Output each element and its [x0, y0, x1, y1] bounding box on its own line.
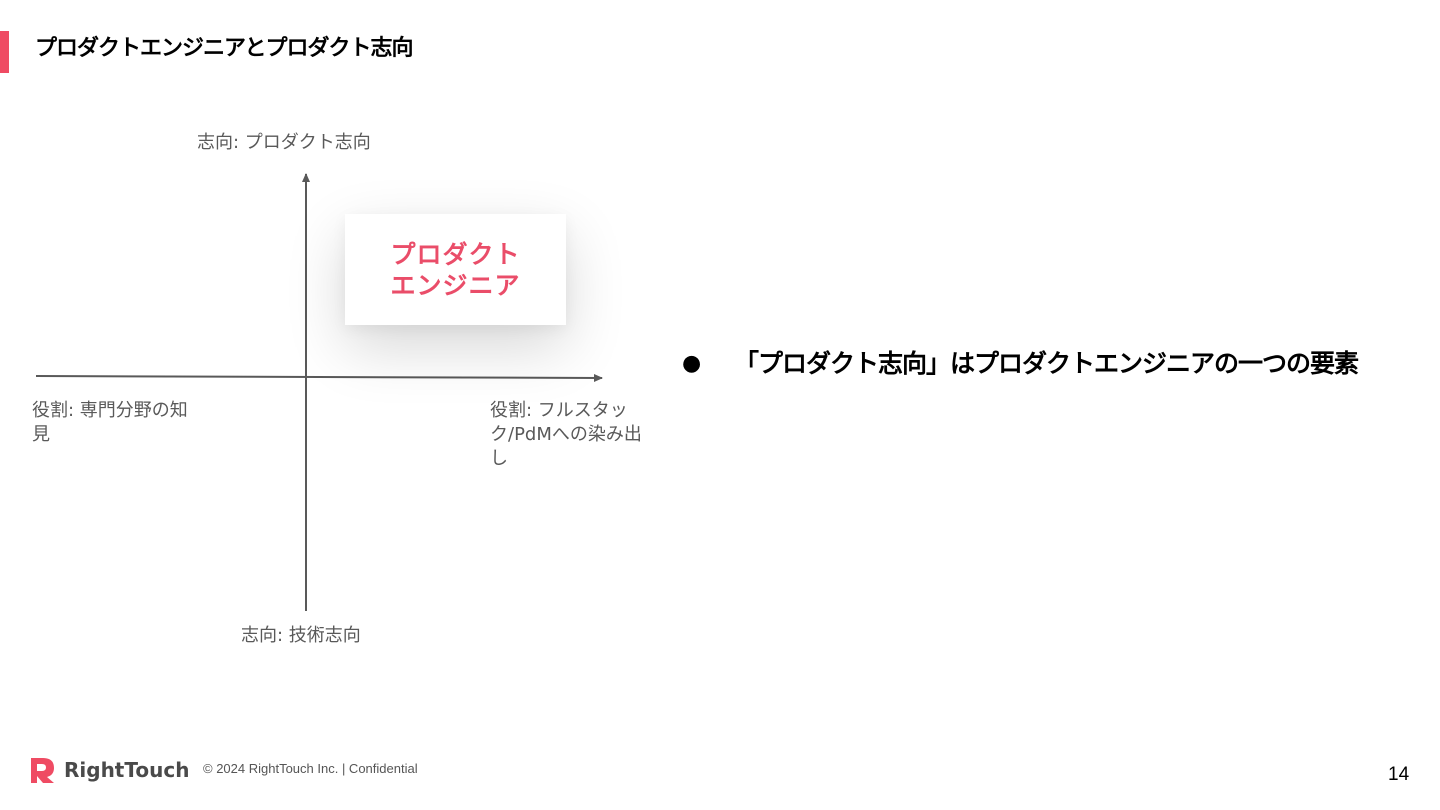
bullet-item: ● 「プロダクト志向」はプロダクトエンジニアの一つの要素: [682, 347, 1362, 381]
bullet-text: 「プロダクト志向」はプロダクトエンジニアの一つの要素: [734, 349, 1359, 378]
axis-label-right: 役割: フルスタック/PdMへの染み出し: [490, 400, 642, 469]
quadrant-axes: [35, 173, 603, 611]
bullet-marker: ●: [682, 351, 702, 376]
righttouch-logo-icon: [31, 758, 54, 783]
axis-label-left: 役割: 専門分野の知見: [32, 400, 188, 445]
axis-label-top: 志向: プロダクト志向: [197, 132, 371, 153]
brand-name: RightTouch: [64, 758, 190, 782]
company-logo: RightTouch: [30, 756, 189, 784]
card-line-2: エンジニア: [390, 270, 521, 300]
horizontal-axis: [35, 373, 603, 382]
card-line-1: プロダクト: [390, 239, 521, 269]
product-engineer-card: プロダクト エンジニア: [345, 214, 566, 325]
product-engineer-label: プロダクト エンジニア: [390, 239, 520, 301]
axis-label-bottom: 志向: 技術志向: [241, 625, 361, 646]
copyright-text: © 2024 RightTouch Inc. | Confidential: [203, 761, 418, 776]
page-number: 14: [1388, 764, 1410, 785]
